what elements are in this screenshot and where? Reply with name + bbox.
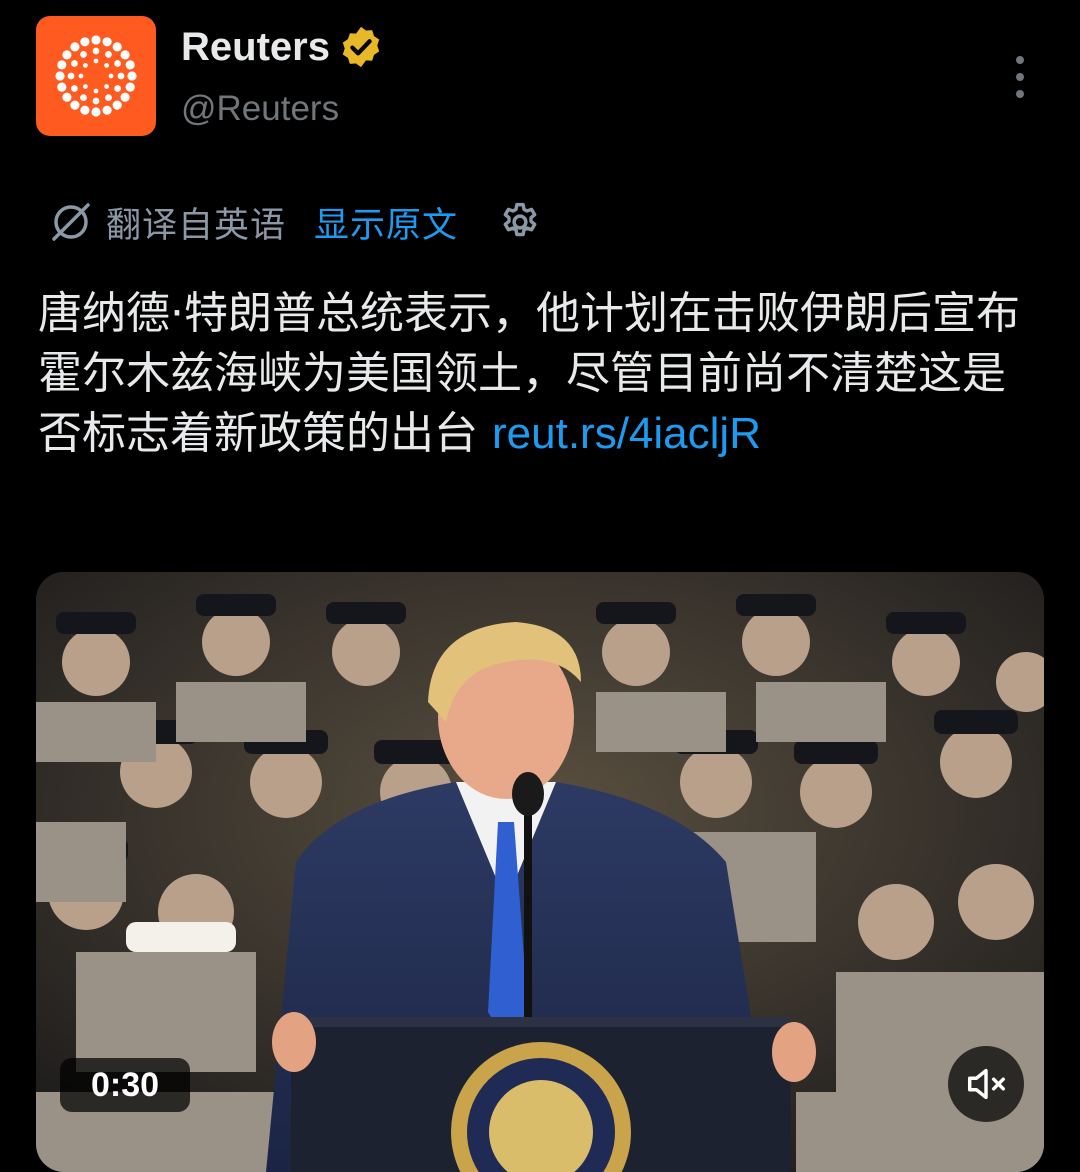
verified-badge-icon[interactable] [338, 24, 384, 70]
video-player[interactable]: 0:30 [36, 572, 1044, 1172]
account-avatar[interactable] [36, 16, 156, 136]
show-original-link[interactable]: 显示原文 [314, 197, 458, 248]
tweet-link[interactable]: reut.rs/4iacljR [492, 409, 761, 458]
account-name-row[interactable]: Reuters [181, 22, 384, 72]
mute-button[interactable] [948, 1046, 1024, 1122]
gear-icon[interactable] [498, 200, 542, 244]
video-duration-badge: 0:30 [60, 1058, 190, 1112]
account-name[interactable]: Reuters [181, 22, 330, 72]
speaker-muted-icon [967, 1068, 1005, 1100]
translation-bar: 翻译自英语 显示原文 [50, 198, 542, 246]
account-handle[interactable]: @Reuters [181, 86, 339, 132]
translate-icon [52, 203, 90, 241]
reuters-logo-icon [55, 35, 137, 117]
more-options-icon[interactable] [1004, 56, 1036, 98]
translated-from-label: 翻译自英语 [106, 205, 287, 246]
tweet-text: 唐纳德·特朗普总统表示，他计划在击败伊朗后宣布霍尔木兹海峡为美国领土，尽管目前尚… [38, 284, 1048, 464]
